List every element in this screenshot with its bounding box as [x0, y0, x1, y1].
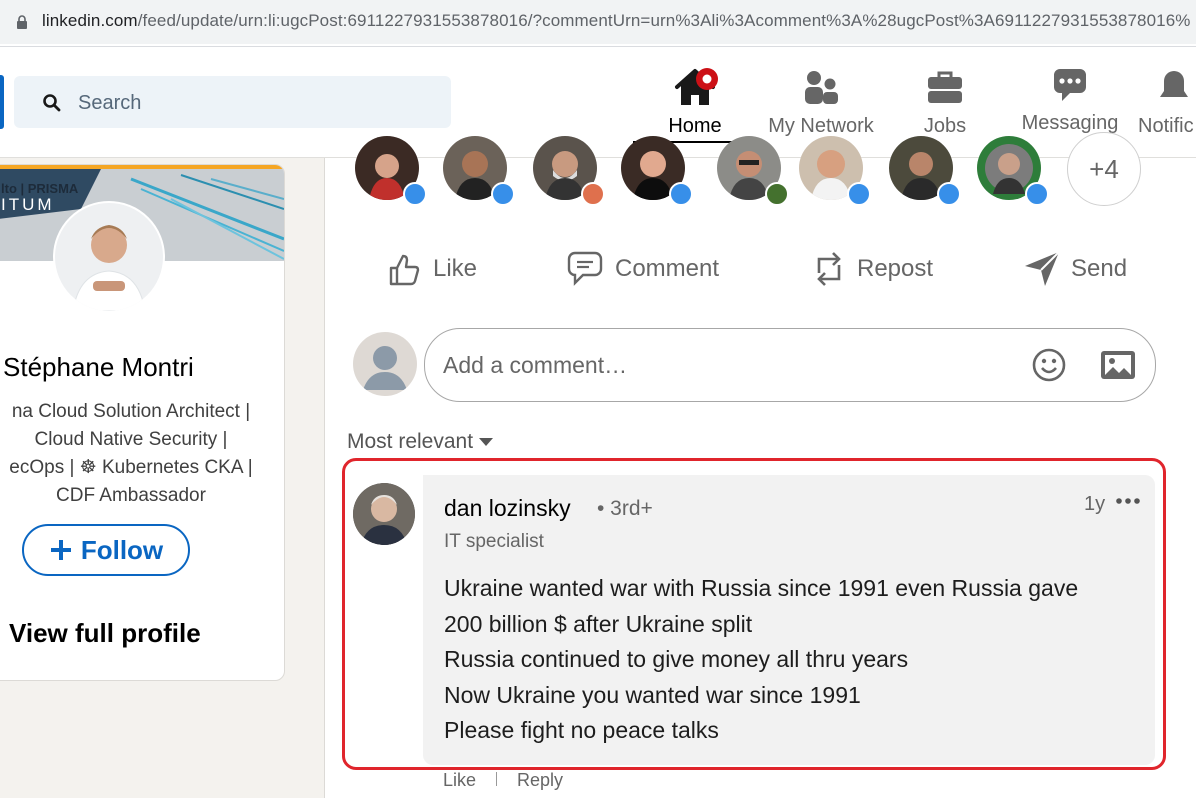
banner-brand-text: lto | PRISMA: [1, 181, 79, 196]
linkedin-logo-icon[interactable]: [0, 75, 4, 129]
comment-button[interactable]: Comment: [565, 244, 719, 294]
support-reaction-icon: [765, 182, 789, 206]
love-reaction-icon: [581, 182, 605, 206]
network-icon: [805, 71, 838, 104]
profile-headline: na Cloud Solution Architect | Cloud Nati…: [0, 398, 281, 510]
briefcase-icon: [928, 71, 962, 103]
home-icon: [675, 68, 718, 105]
thumbs-up-icon: [389, 254, 420, 286]
send-button[interactable]: Send: [1023, 244, 1127, 294]
comment-icon: [567, 251, 603, 286]
reactor-avatar[interactable]: [529, 136, 605, 206]
profile-card: lto | PRISMA ITUM Stéphane Montri na Clo…: [0, 164, 285, 681]
caret-down-icon: [479, 438, 494, 446]
view-full-profile-link[interactable]: View full profile: [9, 618, 201, 649]
reactor-avatar[interactable]: [795, 136, 871, 206]
comment-composer[interactable]: [424, 328, 1156, 402]
sort-label: Most relevant: [347, 430, 474, 453]
url-bar[interactable]: linkedin.com/feed/update/urn:li:ugcPost:…: [0, 0, 1196, 44]
banner-sub-text: ITUM: [1, 195, 55, 214]
repost-icon: [817, 252, 841, 286]
repost-label: Repost: [857, 255, 934, 282]
search-icon: [43, 94, 61, 112]
comment-input[interactable]: [441, 347, 1005, 383]
like-button[interactable]: Like: [385, 244, 477, 294]
nav-notifications-label: Notific: [1138, 115, 1194, 137]
sort-dropdown[interactable]: Most relevant: [347, 430, 494, 454]
reactor-avatar[interactable]: [617, 136, 693, 206]
headline-line: Cloud Native Security |: [34, 429, 228, 450]
like-reaction-icon: [491, 182, 515, 206]
comment-label: Comment: [615, 255, 720, 282]
reactor-avatar[interactable]: [439, 136, 515, 206]
comment-footer-actions: Like Reply: [443, 770, 563, 791]
profile-avatar[interactable]: [53, 201, 165, 313]
highlight-annotation-frame: [342, 458, 1166, 770]
current-user-avatar[interactable]: [353, 332, 417, 396]
like-reaction-icon: [1025, 182, 1049, 206]
like-label: Like: [433, 255, 478, 282]
reactor-avatar[interactable]: [885, 136, 961, 206]
divider: [496, 772, 498, 786]
comment-like-link[interactable]: Like: [443, 770, 476, 790]
bell-icon: [1160, 71, 1188, 97]
nav-home-label: Home: [668, 115, 722, 137]
follow-button[interactable]: Follow: [22, 524, 190, 576]
nav-jobs-label: Jobs: [923, 115, 967, 137]
more-reactors-count[interactable]: +4: [1067, 132, 1141, 206]
headline-line: na Cloud Solution Architect |: [11, 401, 251, 422]
repost-button[interactable]: Repost: [811, 244, 933, 294]
messaging-icon: [1054, 69, 1086, 101]
browser-address-bar: linkedin.com/feed/update/urn:li:ugcPost:…: [0, 0, 1196, 47]
like-reaction-icon: [937, 182, 961, 206]
url-text[interactable]: linkedin.com/feed/update/urn:li:ugcPost:…: [42, 11, 1190, 31]
nav-my-network-label: My Network: [768, 115, 874, 137]
follow-button-label: Follow: [80, 534, 164, 565]
reactor-avatar[interactable]: [713, 136, 789, 206]
nav-notifications[interactable]: Notific: [1134, 65, 1196, 157]
reactor-avatar[interactable]: [351, 136, 427, 206]
send-label: Send: [1071, 255, 1128, 282]
comment-reply-link[interactable]: Reply: [517, 770, 563, 790]
like-reaction-icon: [669, 182, 693, 206]
plus-icon: [50, 540, 71, 560]
send-icon: [1025, 251, 1060, 286]
search-input[interactable]: [76, 88, 440, 118]
headline-line: CDF Ambassador: [56, 485, 206, 506]
like-reaction-icon: [403, 182, 427, 206]
search-box[interactable]: [14, 76, 451, 128]
post-action-bar: Like Comment Repost Send: [325, 244, 1196, 294]
lock-icon: [17, 15, 27, 29]
image-icon[interactable]: [1099, 349, 1137, 383]
headline-line: ecOps | ☸ Kubernetes CKA |: [9, 457, 253, 478]
reactor-avatar[interactable]: [973, 136, 1049, 206]
emoji-icon[interactable]: [1031, 347, 1067, 383]
profile-name[interactable]: Stéphane Montri: [0, 352, 284, 383]
like-reaction-icon: [847, 182, 871, 206]
